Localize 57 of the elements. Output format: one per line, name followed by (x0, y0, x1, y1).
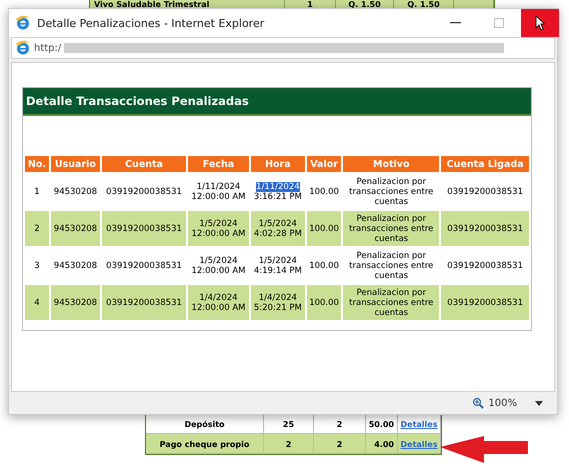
table-cell: 2 (314, 434, 366, 454)
table-cell-text: Penalizacion por transacciones entre cuentas (348, 176, 434, 208)
table-cell: 1/5/2024 12:00:00 AM (188, 211, 249, 246)
table-cell: Penalizacion por transacciones entre cuentas (343, 285, 440, 320)
table-cell-text: 94530208 (52, 186, 98, 198)
arrow-icon (440, 436, 528, 463)
table-cell: Pago cheque propio (146, 434, 264, 454)
table-cell: 2 (264, 434, 314, 454)
column-header: Cuenta Ligada (441, 156, 529, 172)
column-header: Usuario (50, 156, 100, 172)
table-cell: 4.00 (366, 434, 398, 454)
table-cell-text: 03919200038531 (105, 260, 183, 272)
table-cell: 1/5/2024 4:02:28 PM (250, 211, 305, 246)
table-cell-text: 1/5/2024 4:19:14 PM (252, 254, 303, 278)
close-button[interactable] (521, 9, 559, 37)
table-cell: 03919200038531 (102, 285, 186, 320)
zoom-icon[interactable] (472, 397, 484, 409)
table-cell: 03919200038531 (102, 211, 186, 246)
table-cell: 2 (25, 211, 49, 246)
table-cell: Penalizacion por transacciones entre cuentas (343, 211, 440, 246)
table-cell: 03919200038531 (441, 211, 529, 246)
url-text: http:/ (34, 42, 62, 54)
column-header: Fecha (188, 156, 249, 172)
column-header: Cuenta (102, 156, 186, 172)
browser-logo-icon (15, 15, 31, 31)
table-cell-text: 1/5/2024 12:00:00 AM (190, 254, 246, 278)
table-cell-text: 100.00 (308, 186, 340, 198)
table-cell-text: 03919200038531 (446, 260, 524, 272)
table-cell-text: 1 (33, 186, 41, 198)
table-cell-text: Penalizacion por transacciones entre cuentas (348, 250, 434, 282)
table-cell: 03919200038531 (441, 285, 529, 320)
column-header: Motivo (343, 156, 440, 172)
details-link[interactable]: Detalles (398, 434, 441, 454)
column-header: Valor (306, 156, 342, 172)
table-cell: 94530208 (50, 211, 100, 246)
table-cell-text: 1/11/2024 3:16:21 PM (252, 180, 303, 204)
cursor-icon (535, 15, 545, 31)
dropdown-caret-icon[interactable] (535, 400, 543, 406)
browser-logo-icon (15, 40, 31, 56)
table-cell-text: 3 (33, 260, 41, 272)
table-cell-text: 03919200038531 (446, 186, 524, 198)
table-cell: 4 (25, 285, 49, 320)
column-header: Hora (250, 156, 305, 172)
table-cell-text: 100.00 (308, 260, 340, 272)
table-cell: 94530208 (50, 285, 100, 320)
table-cell: 100.00 (306, 211, 342, 246)
table-cell: 1/4/2024 5:20:21 PM (250, 285, 305, 320)
window-title: Detalle Penalizaciones - Internet Explorer (37, 16, 264, 30)
table-cell-text: 94530208 (52, 260, 98, 272)
column-header: No. (25, 156, 49, 172)
zoom-level[interactable]: 100% (488, 398, 517, 408)
table-cell: 1/4/2024 12:00:00 AM (188, 285, 249, 320)
table-cell-text: 03919200038531 (105, 186, 183, 198)
table-cell: 100.00 (306, 285, 342, 320)
address-field[interactable]: http:/ (11, 37, 555, 59)
table-cell-text: 1/11/2024 12:00:00 AM (190, 180, 246, 204)
panel-title: Detalle Transacciones Penalizadas (23, 88, 531, 116)
